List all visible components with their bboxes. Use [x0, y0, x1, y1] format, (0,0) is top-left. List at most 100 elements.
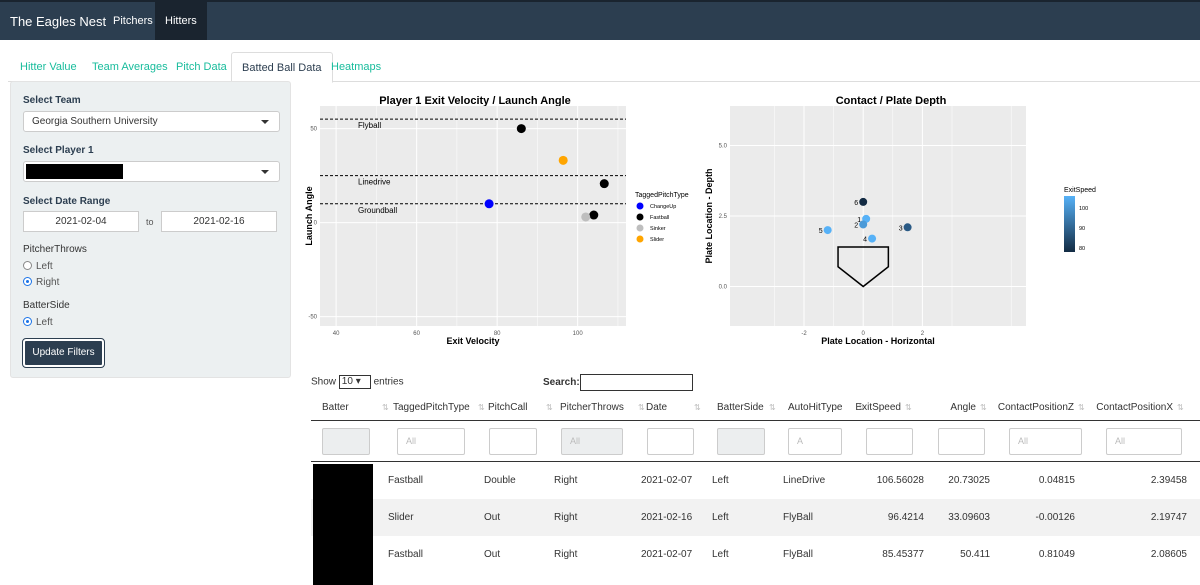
y-axis-label: Plate Location - Depth [704, 168, 714, 263]
column-header-date[interactable]: Date [646, 402, 667, 413]
filter-input-contactpositionx[interactable]: All [1106, 428, 1182, 455]
radio-throws-right[interactable]: Right [23, 277, 59, 288]
cell-taggedpitchtype: Slider [388, 512, 414, 523]
batter-side-label: BatterSide [23, 300, 70, 311]
legend-tick-label: 100 [1079, 206, 1088, 212]
pitcher-throws-label: PitcherThrows [23, 244, 87, 255]
player-select[interactable] [23, 161, 280, 182]
nav-hitters[interactable]: Hitters [155, 2, 207, 40]
chevron-down-icon [261, 170, 269, 174]
filter-input-exitspeed[interactable] [866, 428, 913, 455]
cell-contactpositionz: 0.81049 [1038, 549, 1075, 560]
table-row[interactable]: Fastball Double Right 2021-02-07 Left LineDri… [311, 462, 1200, 499]
sort-icon: ⇅ [905, 403, 912, 412]
data-point [859, 220, 868, 229]
column-header-contactpositionz[interactable]: ContactPositionZ [989, 402, 1074, 413]
entries-select[interactable]: 10 ▾ [338, 375, 371, 389]
tab-hitter-value[interactable]: Hitter Value [10, 52, 87, 82]
legend-tick-label: 80 [1079, 246, 1085, 252]
cell-pitcherthrows: Right [554, 512, 578, 523]
sort-icon: ⇅ [478, 403, 485, 412]
tab-team-averages[interactable]: Team Averages [82, 52, 178, 82]
column-header-contactpositionx[interactable]: ContactPositionX [1083, 402, 1173, 413]
radio-throws-left[interactable]: Left [23, 261, 53, 272]
legend-colorbar [1064, 196, 1075, 252]
legend-tick-label: 90 [1079, 226, 1085, 232]
show-label: Show [311, 376, 337, 388]
chart-title: Contact / Plate Depth [836, 95, 947, 107]
cell-contactpositionx: 2.19747 [1150, 512, 1187, 523]
filter-input-pitcherthrows[interactable]: All [561, 428, 623, 455]
redacted-player-name [26, 164, 123, 179]
column-header-pitcherthrows[interactable]: PitcherThrows [560, 402, 624, 413]
date-range-label: Select Date Range [23, 196, 111, 207]
column-header-pitchcall[interactable]: PitchCall [488, 402, 527, 413]
filter-input-date[interactable] [647, 428, 694, 455]
point-label: 3 [899, 225, 903, 232]
brand[interactable]: The Eagles Nest [10, 14, 106, 29]
entries-label: entries [373, 376, 404, 388]
data-point [859, 197, 868, 206]
cell-contactpositionz: 0.04815 [1038, 475, 1075, 486]
plot-panel [320, 106, 626, 326]
filter-input-autohittype[interactable]: A [788, 428, 842, 455]
cell-pitchcall: Out [484, 549, 501, 560]
cell-pitchcall: Out [484, 512, 501, 523]
legend-label: Slider [650, 237, 664, 243]
x-tick-label: -2 [801, 331, 807, 337]
y-tick-label: 0.0 [719, 285, 728, 291]
filter-input-pitchcall[interactable] [489, 428, 537, 455]
radio-side-left[interactable]: Left [23, 317, 53, 328]
chevron-down-icon [261, 120, 269, 124]
tab-bar: Hitter Value Team Averages Pitch Data Ba… [8, 52, 1200, 83]
table-row[interactable]: Fastball Out Right 2021-02-07 Left FlyBall 85.… [311, 536, 1200, 573]
sort-icon: ⇅ [546, 403, 553, 412]
legend-swatch [636, 235, 644, 243]
chart-title: Player 1 Exit Velocity / Launch Angle [379, 95, 571, 107]
team-label: Select Team [23, 95, 81, 106]
date-to-input[interactable]: 2021-02-16 [161, 211, 277, 232]
legend-title: TaggedPitchType [635, 192, 689, 199]
column-header-batterside[interactable]: BatterSide [717, 402, 764, 413]
cell-autohittype: FlyBall [783, 512, 814, 523]
column-header-batter[interactable]: Batter [322, 402, 349, 413]
filter-input-batterside[interactable] [717, 428, 765, 455]
filter-input-taggedpitchtype[interactable]: All [397, 428, 465, 455]
radio-label: Left [36, 261, 53, 272]
radio-checked-icon [23, 317, 32, 326]
tab-pitch-data[interactable]: Pitch Data [166, 52, 237, 82]
column-header-angle[interactable]: Angle [926, 402, 976, 413]
date-from-input[interactable]: 2021-02-04 [23, 211, 139, 232]
cell-batterside: Left [712, 512, 729, 523]
table-row[interactable]: Slider Out Right 2021-02-16 Left FlyBall 96.42… [311, 499, 1200, 536]
team-select[interactable]: Georgia Southern University [23, 111, 280, 132]
filter-input-contactpositionz[interactable]: All [1009, 428, 1082, 455]
column-header-taggedpitchtype[interactable]: TaggedPitchType [393, 402, 470, 413]
entries-value: 10 [341, 376, 353, 387]
sort-icon: ⇅ [382, 403, 389, 412]
filter-input-batter[interactable] [322, 428, 370, 455]
column-header-exitspeed[interactable]: ExitSpeed [851, 402, 901, 413]
filter-input-angle[interactable] [938, 428, 985, 455]
nav-pitchers[interactable]: Pitchers [103, 2, 163, 40]
cell-contactpositionz: -0.00126 [1035, 512, 1075, 523]
update-filters-button[interactable]: Update Filters [22, 338, 105, 368]
tab-heatmaps[interactable]: Heatmaps [321, 52, 391, 82]
radio-label: Left [36, 317, 53, 328]
exit-velocity-launch-angle-chart: Player 1 Exit Velocity / Launch Angle 40 6… [304, 95, 689, 346]
sort-icon: ⇅ [638, 403, 645, 412]
sort-icon: ⇅ [980, 403, 987, 412]
y-tick-label: 50 [310, 127, 317, 133]
tab-batted-ball-data[interactable]: Batted Ball Data [231, 52, 333, 83]
radio-icon [23, 261, 32, 270]
data-point [903, 223, 912, 232]
cell-taggedpitchtype: Fastball [388, 475, 424, 486]
point-label: 5 [819, 228, 823, 235]
search-input[interactable] [580, 374, 693, 391]
point-label: 2 [854, 222, 858, 229]
column-header-autohittype[interactable]: AutoHitType [788, 402, 842, 413]
cell-date: 2021-02-07 [641, 549, 693, 560]
search-label: Search: [543, 377, 580, 388]
cell-date: 2021-02-07 [641, 475, 693, 486]
y-tick-label: 0 [314, 221, 318, 227]
